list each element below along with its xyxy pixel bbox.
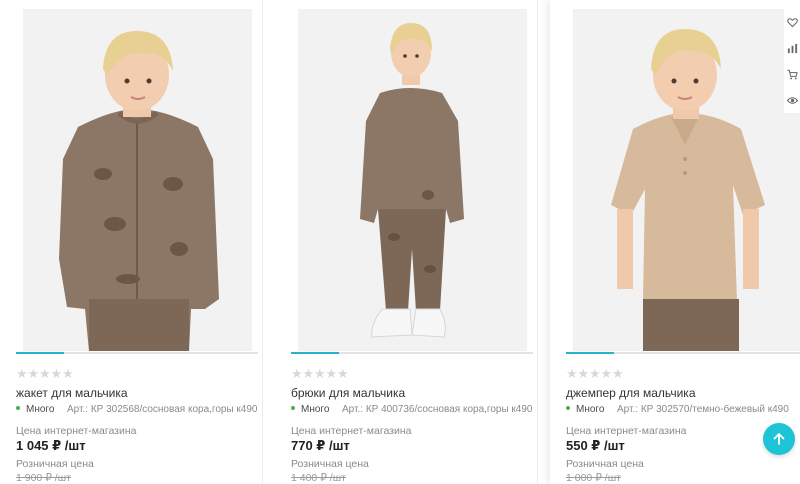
- product-photo[interactable]: [298, 9, 527, 351]
- scroll-to-top-button[interactable]: [763, 423, 795, 455]
- compare-icon: [787, 43, 798, 53]
- compare-button[interactable]: [784, 35, 800, 61]
- online-price: 770 ₽ /шт: [291, 438, 350, 453]
- online-price: 1 045 ₽ /шт: [16, 438, 86, 453]
- eye-icon: [787, 96, 798, 104]
- card-divider: [537, 0, 538, 484]
- image-slider-indicator[interactable]: [16, 352, 258, 354]
- product-image: [23, 9, 252, 351]
- retail-price-label: Розничная цена: [566, 458, 644, 470]
- retail-price: 1 900 ₽ /шт: [16, 472, 71, 484]
- retail-price: 1 400 ₽ /шт: [291, 472, 346, 484]
- rating-stars[interactable]: ★★★★★: [566, 366, 624, 382]
- product-article: Арт.: КР 302570/темно-бежевый к490: [617, 404, 789, 415]
- product-image: [298, 9, 527, 351]
- stock-status: Много: [291, 404, 329, 415]
- arrow-up-icon: [773, 433, 785, 445]
- online-price-label: Цена интернет-магазина: [16, 425, 137, 437]
- product-name[interactable]: джемпер для мальчика: [566, 386, 696, 400]
- product-photo[interactable]: [23, 9, 252, 351]
- stock-status: Много: [16, 404, 54, 415]
- product-card[interactable]: ★★★★★ джемпер для мальчика Много Арт.: К…: [550, 0, 800, 484]
- online-price: 550 ₽ /шт: [566, 438, 625, 453]
- add-to-cart-button[interactable]: [784, 61, 800, 87]
- heart-icon: [787, 17, 798, 27]
- product-article: Арт.: КР 302568/сосновая кора,горы к490: [67, 404, 258, 415]
- retail-price-label: Розничная цена: [16, 458, 94, 470]
- retail-price-label: Розничная цена: [291, 458, 369, 470]
- product-card[interactable]: ★★★★★ жакет для мальчика Много Арт.: КР …: [0, 0, 262, 484]
- stock-status: Много: [566, 404, 604, 415]
- image-slider-indicator[interactable]: [291, 352, 533, 354]
- product-image: [573, 9, 800, 351]
- product-photo[interactable]: [573, 9, 800, 351]
- product-name[interactable]: жакет для мальчика: [16, 386, 128, 400]
- online-price-label: Цена интернет-магазина: [566, 425, 687, 437]
- cart-icon: [787, 69, 798, 79]
- retail-price: 1 000 ₽ /шт: [566, 472, 621, 484]
- product-card[interactable]: ★★★★★ брюки для мальчика Много Арт.: КР …: [275, 0, 537, 484]
- online-price-label: Цена интернет-магазина: [291, 425, 412, 437]
- stock-dot-icon: [291, 406, 295, 411]
- product-grid: ★★★★★ жакет для мальчика Много Арт.: КР …: [0, 0, 800, 484]
- favorite-button[interactable]: [784, 9, 800, 35]
- card-divider: [262, 0, 263, 484]
- rating-stars[interactable]: ★★★★★: [291, 366, 349, 382]
- product-name[interactable]: брюки для мальчика: [291, 386, 405, 400]
- image-slider-indicator[interactable]: [566, 352, 800, 354]
- rating-stars[interactable]: ★★★★★: [16, 366, 74, 382]
- product-article: Арт.: КР 400736/сосновая кора,горы к490: [342, 404, 533, 415]
- stock-dot-icon: [16, 406, 20, 411]
- stock-dot-icon: [566, 406, 570, 411]
- quick-view-button[interactable]: [784, 87, 800, 113]
- card-quick-actions: [784, 9, 800, 113]
